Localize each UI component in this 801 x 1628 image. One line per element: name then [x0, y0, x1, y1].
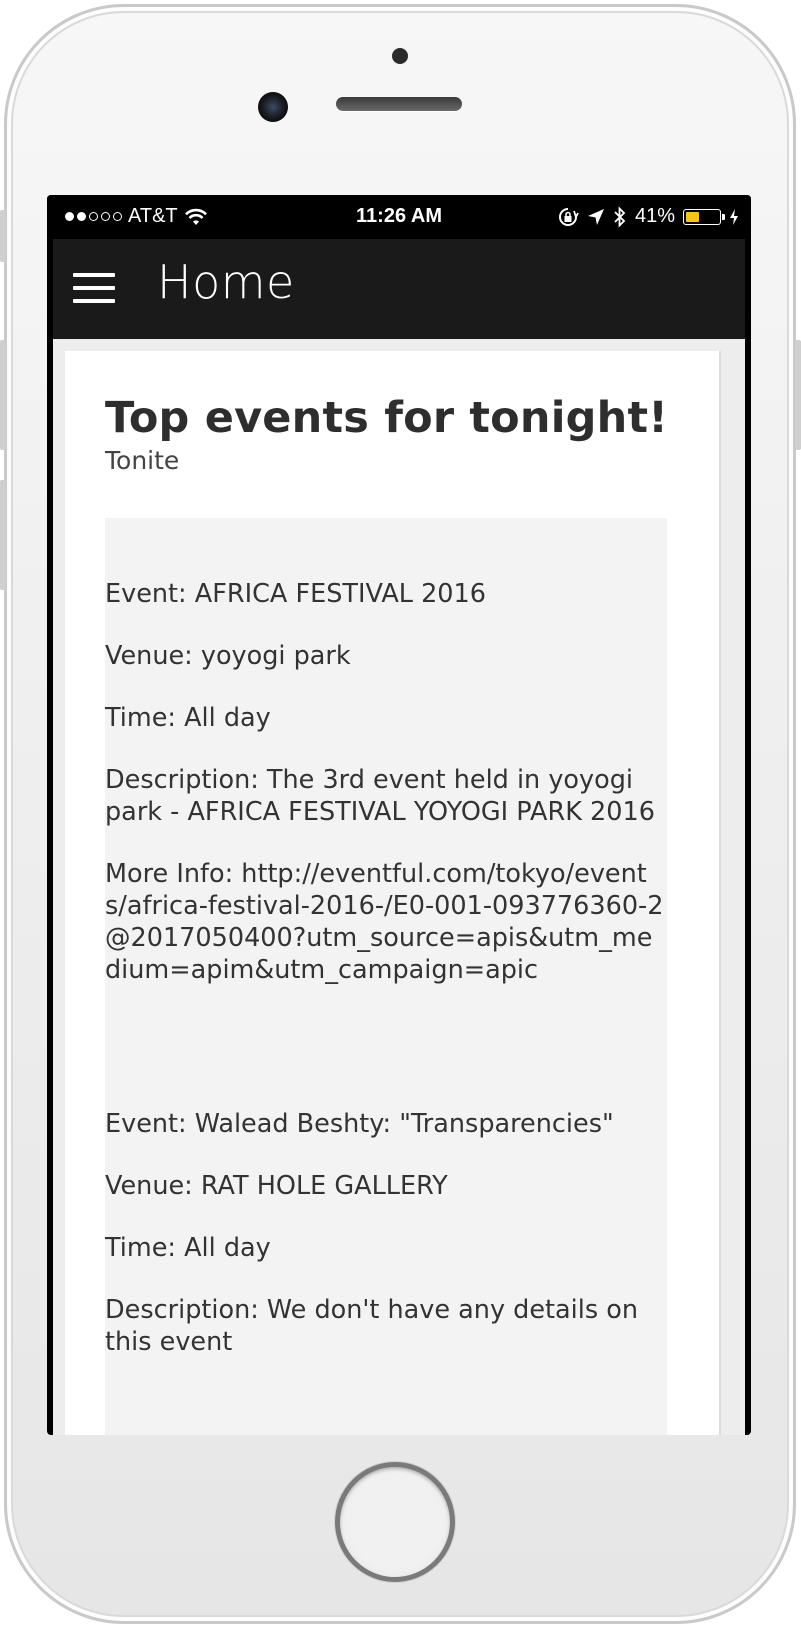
location-arrow-icon: [587, 208, 604, 225]
event-name: Event: AFRICA FESTIVAL 2016: [105, 579, 486, 609]
charging-bolt-icon: [730, 208, 738, 225]
events-card: Top events for tonight! Tonite Event: AF…: [65, 351, 721, 1435]
app-header: Home: [53, 239, 745, 339]
volume-down-button: [0, 480, 6, 590]
event-item: Event: Walead Beshty: "Transparencies" V…: [105, 1108, 667, 1388]
power-button: [795, 340, 801, 450]
status-right: 41%: [557, 205, 739, 228]
phone-screen: AT&T 11:26 AM 41% Home Top events for to…: [47, 195, 751, 1435]
proximity-sensor: [392, 48, 408, 64]
earpiece-speaker: [336, 97, 462, 111]
rotation-lock-icon: [559, 207, 579, 226]
volume-up-button: [0, 340, 6, 450]
card-subtitle: Tonite: [105, 446, 180, 475]
battery-percent: 41%: [634, 205, 675, 227]
content-area[interactable]: Top events for tonight! Tonite Event: AF…: [53, 339, 745, 1435]
front-camera-icon: [258, 92, 288, 122]
event-time: Time: All day: [105, 703, 271, 733]
event-venue: Venue: yoyogi park: [105, 641, 351, 671]
event-more-info-link[interactable]: More Info: http://eventful.com/tokyo/eve…: [105, 858, 667, 986]
card-title: Top events for tonight!: [105, 393, 669, 443]
event-venue: Venue: RAT HOLE GALLERY: [105, 1171, 448, 1201]
hamburger-menu-icon[interactable]: [73, 271, 115, 305]
event-name: Event: Walead Beshty: "Transparencies": [105, 1109, 614, 1139]
bluetooth-icon: [614, 205, 626, 228]
event-item: Event: AFRICA FESTIVAL 2016 Venue: yoyog…: [105, 578, 667, 1016]
home-button[interactable]: [335, 1462, 455, 1582]
events-list: Event: AFRICA FESTIVAL 2016 Venue: yoyog…: [105, 518, 667, 1435]
event-description: Description: The 3rd event held in yoyog…: [105, 765, 655, 827]
event-description: Description: We don't have any details o…: [105, 1295, 638, 1357]
status-bar: AT&T 11:26 AM 41%: [47, 195, 751, 239]
mute-switch: [0, 210, 6, 262]
battery-level-fill: [686, 211, 699, 222]
battery-icon: [683, 208, 725, 225]
page-title: Home: [157, 255, 295, 309]
event-time: Time: All day: [105, 1233, 271, 1263]
